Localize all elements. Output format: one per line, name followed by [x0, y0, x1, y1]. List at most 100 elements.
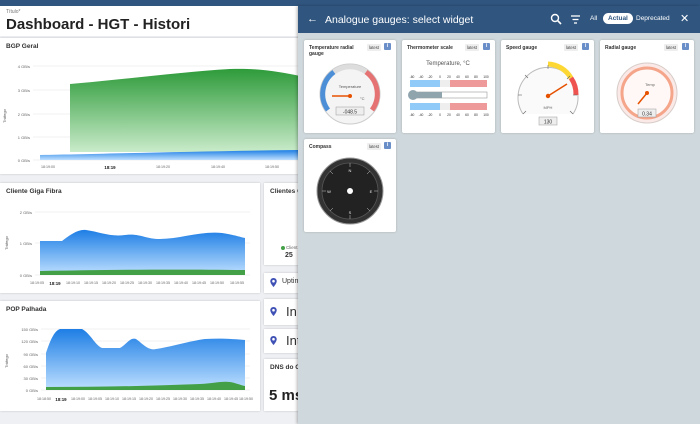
x-tick: 18:19:40: [174, 281, 188, 285]
gauge-reading: -048.5: [343, 110, 357, 116]
widget-card-temperature-radial-gauge[interactable]: Temperature radial gauge latest i Temper…: [304, 40, 396, 133]
scale-tick: -20: [428, 113, 433, 117]
tab-all[interactable]: All: [590, 15, 597, 22]
x-tick: 18:19:20: [102, 281, 116, 285]
x-tick: 18:19:50: [210, 281, 224, 285]
scale-tick: 0: [439, 113, 441, 117]
temperature-gauge-preview: Temperature °C -048.5: [319, 63, 381, 125]
search-icon[interactable]: [550, 13, 562, 25]
gauge-reading: 130: [544, 119, 553, 125]
scale-tick: -40: [419, 113, 424, 117]
compass-letter: S: [349, 210, 352, 215]
location-pin-icon: [270, 278, 277, 287]
thermometer-preview: Temperature, °C -60 -40 -20 0 20 40 60 8…: [408, 61, 489, 117]
scale-tick: 40: [456, 75, 460, 79]
scale-tick: 80: [474, 75, 478, 79]
x-tick: 18:19:35: [156, 281, 170, 285]
x-tick: 18:19: [49, 281, 61, 286]
scale-tick: 60: [465, 75, 469, 79]
y-tick: 60 GB/s: [24, 364, 38, 369]
bgp-chart: Tráfego 4 GB/s 3 GB/s 2 GB/s 1 GB/s 0 GB…: [2, 64, 300, 170]
x-tick: 18:19:40: [207, 397, 221, 401]
series-blue-area: [46, 329, 245, 390]
y-ticks: 4 GB/s 3 GB/s 2 GB/s 1 GB/s 0 GB/s: [18, 64, 30, 163]
x-tick: 18:19:20: [139, 397, 153, 401]
y-tick: 0 GB/s: [26, 388, 38, 393]
gauge-reading: 0.34: [642, 111, 652, 117]
dashboard-title[interactable]: Dashboard - HGT - Histori: [6, 16, 190, 33]
gauge-name: Temperature: [339, 84, 362, 89]
scale-tick: -60: [410, 113, 415, 117]
x-tick: 18:19:05: [88, 397, 102, 401]
panel-title: Analogue gauges: select widget: [325, 14, 474, 26]
dashboard-header: Título* Dashboard - HGT - Histori: [0, 6, 300, 36]
location-pin-icon: [270, 307, 277, 316]
y-axis-title: Tráfego: [2, 108, 7, 122]
legend-label: Client: [286, 245, 298, 250]
bgp-geral-widget[interactable]: BGP Geral Tráfego 4 GB/s 3 GB/s 2 GB/s 1…: [0, 38, 300, 174]
widget-card-radial-gauge[interactable]: Radial gauge latest i Temp 0.34: [600, 40, 694, 133]
y-tick: 0 GB/s: [20, 273, 32, 278]
pop-chart: Tráfego 150 GB/s 120 GB/s 90 GB/s 60 GB/…: [4, 327, 253, 402]
x-tick: 18:19:25: [156, 397, 170, 401]
scale-tick: 60: [465, 113, 469, 117]
widget-title: DNS do G: [270, 364, 301, 371]
tab-actual[interactable]: Actual: [603, 13, 633, 24]
in-label: In: [286, 304, 297, 319]
back-arrow-icon[interactable]: ←: [307, 13, 318, 25]
x-tick: 18:19:20: [156, 165, 170, 169]
y-tick: 30 GB/s: [24, 376, 38, 381]
x-ticks: 18:19:00 18:19 18:19:20 18:19:40 18:19:5…: [41, 165, 279, 170]
x-tick: 18:19:50: [265, 165, 279, 169]
speed-gauge-preview: MPH 130: [517, 61, 579, 125]
x-tick: 18:19:10: [66, 281, 80, 285]
series-blue-area: [40, 229, 245, 275]
cliente-giga-fibra-widget[interactable]: Cliente Giga Fibra Tráfego 2 GB/s 1 GB/s…: [0, 183, 260, 293]
widget-card-thermometer-scale[interactable]: Thermometer scale latest i Temperature, …: [402, 40, 495, 133]
pop-palhada-widget[interactable]: POP Palhada Tráfego 150 GB/s 120 GB/s 90…: [0, 301, 260, 411]
scale-tick: 100: [483, 75, 489, 79]
giga-chart: Tráfego 2 GB/s 1 GB/s 0 GB/s 18:19:05 18…: [4, 210, 250, 286]
clientes-value: 25: [285, 252, 293, 259]
x-tick: 18:19:00: [41, 165, 55, 169]
widget-card-speed-gauge[interactable]: Speed gauge latest i MPH 130: [501, 40, 594, 133]
x-tick: 18:19: [104, 165, 116, 170]
radial-gauge-preview: Temp 0.34: [616, 62, 678, 124]
y-ticks: 2 GB/s 1 GB/s 0 GB/s: [20, 210, 32, 278]
widget-selector-panel: ← Analogue gauges: select widget All Act…: [298, 6, 700, 424]
x-tick: 18:19:30: [173, 397, 187, 401]
x-tick: 18:19: [55, 397, 67, 402]
scale-tick: 40: [456, 113, 460, 117]
x-tick: 18:19:50: [239, 397, 253, 401]
x-tick: 18:19:00: [71, 397, 85, 401]
y-tick: 0 GB/s: [18, 158, 30, 163]
gauge-name: Temp: [645, 82, 656, 87]
filter-icon[interactable]: [570, 14, 581, 25]
scale-tick: -40: [419, 75, 424, 79]
x-tick: 18:19:55: [230, 281, 244, 285]
y-tick: 1 GB/s: [20, 241, 32, 246]
x-tick: 18:19:45: [192, 281, 206, 285]
y-axis-title: Tráfego: [4, 235, 9, 249]
y-axis-title: Tráfego: [4, 353, 9, 367]
x-tick: 18:19:15: [122, 397, 136, 401]
compass-letter: W: [327, 189, 331, 194]
x-tick: 18:19:25: [120, 281, 134, 285]
x-tick: 18:19:30: [138, 281, 152, 285]
x-tick: 18:19:15: [84, 281, 98, 285]
panel-header: ← Analogue gauges: select widget All Act…: [298, 6, 700, 33]
widget-card-compass[interactable]: Compass latest i N E S W: [304, 139, 396, 232]
gauge-unit: °C: [360, 96, 365, 101]
tab-deprecated[interactable]: Deprecated: [636, 15, 670, 22]
title-field-label: Título*: [6, 9, 21, 15]
x-ticks: 18:19:05 18:19 18:19:10 18:19:15 18:19:2…: [30, 281, 244, 286]
scale-tick: 20: [447, 75, 451, 79]
close-icon[interactable]: ✕: [680, 12, 689, 25]
scale-tick: -60: [410, 75, 415, 79]
series-green-area: [70, 68, 300, 152]
y-tick: 150 GB/s: [21, 327, 38, 332]
y-tick: 90 GB/s: [24, 352, 38, 357]
x-ticks: 18:18:50 18:19 18:19:00 18:19:05 18:19:1…: [37, 397, 253, 402]
x-tick: 18:19:05: [30, 281, 44, 285]
x-tick: 18:19:10: [105, 397, 119, 401]
